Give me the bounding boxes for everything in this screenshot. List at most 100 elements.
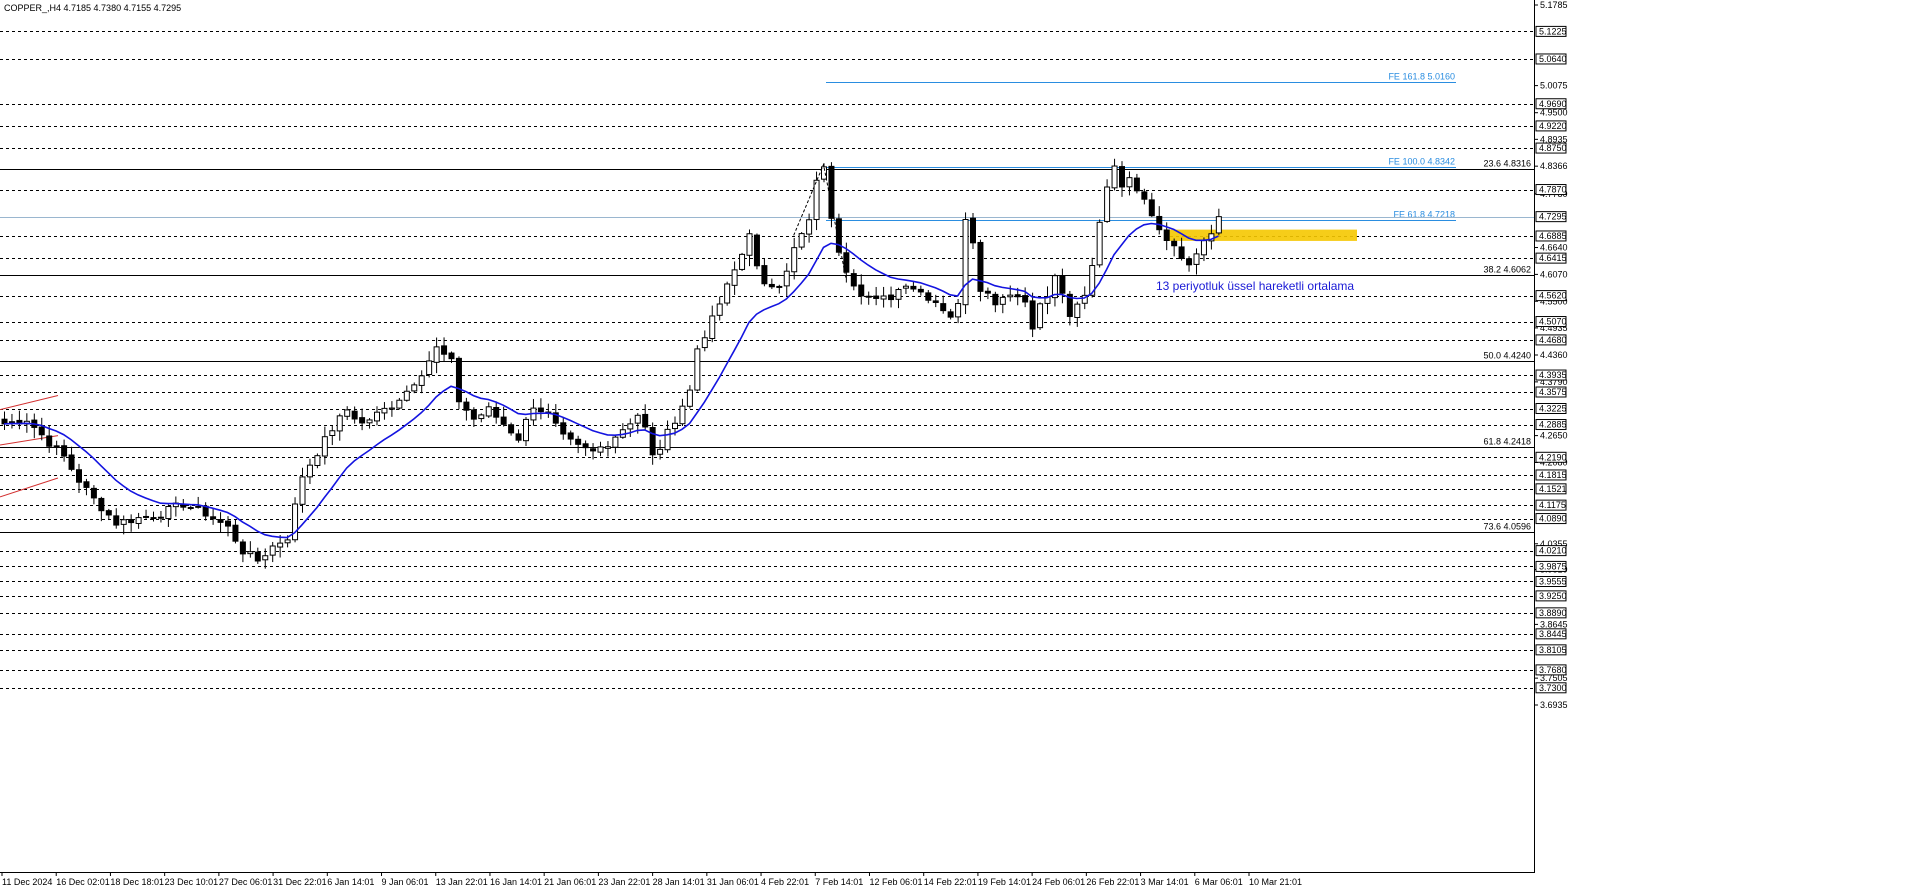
price-chart[interactable]: 23.6 4.8316 38.2 4.6062 50.0 4.4240 61.8 4.…: [0, 0, 1916, 888]
candle-body-up: [716, 303, 723, 316]
time-tick-label: 24 Feb 06:01: [1032, 877, 1085, 887]
candle-body-up: [604, 446, 611, 449]
candle-body-up: [783, 270, 790, 287]
candle-body-up: [1096, 221, 1103, 266]
price-level-label: 4.7295: [1539, 212, 1567, 222]
price-level-label: 4.6885: [1539, 231, 1567, 241]
time-tick-label: 18 Dec 18:01: [110, 877, 164, 887]
candle-body-down: [1156, 215, 1163, 231]
candle-body-down: [590, 448, 597, 452]
candle-body-down: [61, 445, 68, 457]
candle-body-up: [388, 407, 395, 410]
candle-body-down: [932, 300, 939, 303]
candle-body-down: [105, 510, 112, 516]
candle-body-up: [597, 446, 604, 453]
candle-body-up: [634, 414, 641, 424]
price-level-label: 4.3225: [1539, 404, 1567, 414]
candle-body-up: [411, 384, 418, 392]
price-level-label: 4.3575: [1539, 387, 1567, 397]
candle-body-up: [306, 464, 313, 478]
candle-body-down: [761, 265, 768, 285]
candle-body-up: [344, 409, 351, 417]
candle-body-up: [724, 283, 731, 304]
time-tick-label: 3 Mar 14:01: [1141, 877, 1189, 887]
candle-body-up: [485, 406, 492, 417]
candle: [724, 281, 731, 306]
time-tick-label: 4 Feb 22:01: [761, 877, 809, 887]
price-level-label: 4.6415: [1539, 253, 1567, 263]
candle-body-up: [1193, 253, 1200, 265]
time-tick-label: 12 Feb 06:01: [869, 877, 922, 887]
price-level-label: 5.1225: [1539, 26, 1567, 36]
price-level-label: 4.3935: [1539, 370, 1567, 380]
candle-body-down: [76, 469, 82, 483]
candle-body-down: [940, 303, 947, 312]
candle-body-up: [806, 219, 813, 235]
candle-body-up: [1200, 240, 1207, 256]
time-tick-label: 11 Dec 2024: [2, 877, 52, 887]
candle-body-up: [195, 505, 202, 508]
candle-body-up: [1007, 294, 1014, 298]
candle-body-down: [835, 218, 842, 253]
time-tick-label: 31 Dec 22:01: [273, 877, 327, 887]
candle-body-up: [1215, 216, 1222, 234]
candle-body-down: [1119, 166, 1125, 188]
candle-body-down: [351, 410, 358, 420]
price-level-label: 4.2885: [1539, 420, 1567, 430]
candle-body-up: [523, 418, 529, 442]
price-level-label: 4.9690: [1539, 99, 1567, 109]
fib-level-label: 61.8 4.2418: [1483, 437, 1531, 447]
price-tick-label: 4.6070: [1540, 269, 1568, 279]
time-tick-label: 26 Feb 22:01: [1086, 877, 1139, 887]
candle-body-down: [470, 409, 477, 420]
price-level-label: 3.9250: [1539, 591, 1567, 601]
fe-level-label: FE 161.8 5.0160: [1388, 72, 1455, 82]
candle-body-up: [679, 405, 686, 425]
candle-body-down: [232, 524, 239, 542]
chart-background: [0, 0, 1916, 888]
candle-body-down: [1022, 295, 1029, 303]
candle-body-up: [165, 506, 172, 520]
candle-body-up: [1074, 303, 1081, 319]
price-level-label: 5.0640: [1539, 54, 1567, 64]
candle-body-up: [157, 516, 164, 519]
candle-body-down: [143, 515, 150, 518]
time-tick-label: 19 Feb 14:01: [978, 877, 1031, 887]
candle-body-down: [515, 433, 522, 441]
price-level-label: 3.9875: [1539, 561, 1567, 571]
price-level-label: 4.2190: [1539, 452, 1567, 462]
candle-body-up: [247, 551, 254, 555]
price-level-label: 3.8445: [1539, 629, 1567, 639]
candle-body-down: [493, 406, 500, 418]
candle-body-down: [649, 427, 656, 456]
candle-body-down: [560, 422, 567, 435]
candle-body-up: [627, 423, 634, 430]
candle-body-down: [1014, 294, 1021, 298]
time-tick-label: 6 Jan 14:01: [327, 877, 374, 887]
candle-body-down: [843, 252, 850, 273]
candle: [835, 213, 842, 256]
candle-body-down: [992, 293, 999, 306]
time-tick-label: 7 Feb 14:01: [815, 877, 863, 887]
candle-body-down: [68, 454, 75, 470]
candle-body-down: [984, 290, 991, 294]
time-tick-label: 31 Jan 06:01: [707, 877, 759, 887]
candle-body-down: [537, 407, 544, 413]
candle-body-up: [902, 285, 909, 289]
candle-body-up: [381, 407, 388, 414]
candle-body-down: [1163, 229, 1170, 241]
candle-body-down: [508, 424, 515, 434]
candle-body-up: [664, 428, 671, 451]
candle-body-down: [46, 435, 53, 447]
candle-body-down: [53, 445, 60, 448]
time-tick-label: 27 Dec 06:01: [219, 877, 273, 887]
candle-body-up: [999, 296, 1006, 305]
fib-level-label: 50.0 4.4240: [1483, 351, 1531, 361]
candle-body-down: [858, 284, 865, 297]
candle-body-up: [739, 253, 746, 270]
candle-body-up: [962, 218, 969, 306]
candle-body-down: [888, 294, 895, 301]
time-tick-label: 9 Jan 06:01: [382, 877, 429, 887]
candle-body-up: [418, 375, 425, 386]
candle-body-up: [120, 519, 127, 525]
